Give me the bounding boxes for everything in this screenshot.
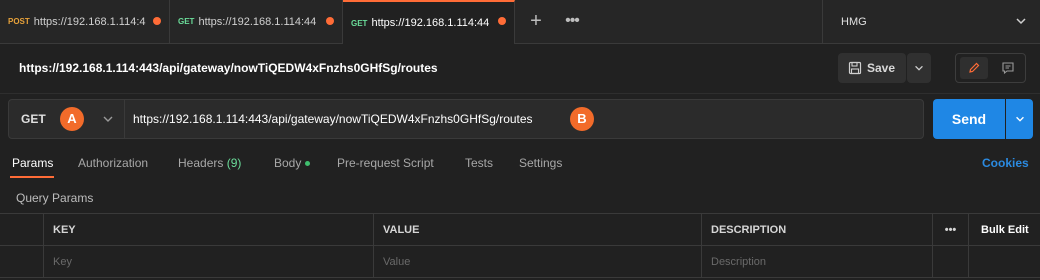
tab-authorization[interactable]: Authorization: [78, 156, 148, 170]
param-key-input[interactable]: Key: [43, 246, 373, 277]
edit-mode-button[interactable]: [960, 57, 988, 79]
table-row: Key Value Description: [0, 246, 1040, 278]
value-column-header: VALUE: [373, 214, 701, 245]
description-column-header: DESCRIPTION: [701, 214, 932, 245]
documentation-mode-button[interactable]: [994, 57, 1022, 79]
url-input[interactable]: https://192.168.1.114:443/api/gateway/no…: [133, 112, 533, 126]
send-options-button[interactable]: [1006, 99, 1033, 139]
param-description-input[interactable]: Description: [701, 246, 932, 277]
request-tab-get-1[interactable]: GET https://192.168.1.114:44: [170, 0, 343, 43]
request-tab-get-2[interactable]: GET https://192.168.1.114:44: [343, 0, 515, 44]
save-icon: [848, 61, 862, 75]
unsaved-dot-icon: [326, 17, 334, 25]
table-header-row: KEY VALUE DESCRIPTION ••• Bulk Edit: [0, 214, 1040, 246]
annotation-badge-a: A: [60, 107, 84, 131]
row-options-cell: [932, 246, 968, 277]
annotation-badge-b: B: [570, 107, 594, 131]
tab-pre-request-script[interactable]: Pre-request Script: [337, 156, 434, 170]
unsaved-dot-icon: [498, 17, 506, 25]
tab-body-label: Body: [274, 156, 302, 170]
tab-headers[interactable]: Headers (9): [178, 156, 241, 170]
environment-selector[interactable]: HMG: [822, 0, 1040, 43]
tab-settings[interactable]: Settings: [519, 156, 562, 170]
tab-tests[interactable]: Tests: [465, 156, 493, 170]
more-horizontal-icon: •••: [565, 12, 580, 29]
request-tab-bar: POST https://192.168.1.114:4 GET https:/…: [0, 0, 1040, 44]
tab-method-label: POST: [8, 17, 30, 26]
tab-params[interactable]: Params: [12, 156, 53, 170]
key-column-header: KEY: [43, 214, 373, 245]
chevron-down-icon: [103, 116, 113, 122]
request-tab-post[interactable]: POST https://192.168.1.114:4: [0, 0, 170, 43]
chevron-down-icon: [1015, 116, 1024, 122]
save-label: Save: [867, 61, 896, 75]
select-column-header: [0, 214, 43, 245]
send-button[interactable]: Send: [933, 99, 1005, 139]
tab-body[interactable]: Body: [274, 156, 311, 170]
column-options-button[interactable]: •••: [932, 214, 968, 245]
bulk-edit-button[interactable]: Bulk Edit: [968, 214, 1040, 245]
chevron-down-icon: [915, 65, 923, 71]
tab-method-label: GET: [351, 18, 368, 28]
headers-count-badge: (9): [226, 156, 242, 170]
tab-url-label: https://192.168.1.114:44: [371, 17, 490, 29]
method-select-label: GET: [21, 112, 46, 126]
pencil-icon: [969, 62, 980, 73]
save-button[interactable]: Save: [838, 53, 906, 83]
body-indicator-dot-icon: [305, 161, 311, 167]
plus-icon: +: [530, 10, 542, 32]
tab-method-label: GET: [178, 17, 195, 26]
chevron-down-icon: [1016, 18, 1026, 25]
tab-url-label: https://192.168.1.114:44: [198, 15, 317, 28]
unsaved-dot-icon: [153, 17, 161, 25]
active-tab-indicator: [10, 176, 54, 178]
more-tabs-button[interactable]: •••: [560, 10, 584, 34]
comment-icon: [1002, 62, 1014, 75]
row-checkbox-cell: [0, 246, 43, 277]
tab-url-label: https://192.168.1.114:4: [33, 15, 146, 28]
environment-name: HMG: [841, 15, 867, 28]
view-mode-toggle: [955, 53, 1026, 83]
row-extra-cell: [968, 246, 1040, 277]
query-params-heading: Query Params: [16, 191, 94, 205]
request-title[interactable]: https://192.168.1.114:443/api/gateway/no…: [19, 61, 438, 75]
request-title-row: https://192.168.1.114:443/api/gateway/no…: [0, 44, 1040, 94]
new-tab-button[interactable]: +: [524, 10, 548, 34]
query-params-table: KEY VALUE DESCRIPTION ••• Bulk Edit Key …: [0, 213, 1040, 280]
param-value-input[interactable]: Value: [373, 246, 701, 277]
tab-headers-label: Headers: [178, 156, 224, 170]
save-options-button[interactable]: [907, 53, 931, 83]
cookies-link[interactable]: Cookies: [982, 156, 1029, 170]
request-url-bar: GET https://192.168.1.114:443/api/gatewa…: [8, 99, 924, 139]
